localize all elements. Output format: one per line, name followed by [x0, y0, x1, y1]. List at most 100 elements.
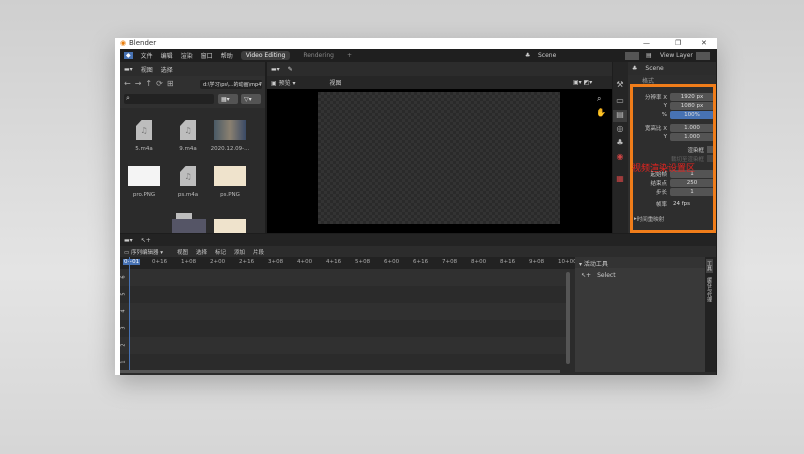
horizontal-scrollbar[interactable]: [120, 370, 560, 373]
filter-button[interactable]: ▽▾: [241, 94, 261, 104]
ruler-tick-label: 6+00: [384, 259, 400, 265]
sequencer-editor-icon[interactable]: ▬▾: [271, 66, 280, 73]
menu-window[interactable]: 窗口: [201, 51, 213, 60]
menu-select[interactable]: 选择: [161, 65, 173, 74]
channel-number: 5: [120, 292, 127, 296]
menu-marker[interactable]: 标记: [215, 248, 226, 256]
file-item[interactable]: ♫ 9.m4a: [168, 120, 208, 152]
menu-file[interactable]: 文件: [141, 51, 153, 60]
scene-selector[interactable]: Scene: [538, 52, 556, 59]
menu-render[interactable]: 渲染: [181, 51, 193, 60]
editor-type-icon[interactable]: ▬▾: [124, 237, 133, 244]
zoom-icon[interactable]: ⌕: [597, 94, 601, 104]
sequencer-editor-select[interactable]: ▭ 序列编辑器 ▾: [124, 248, 163, 256]
preview-canvas[interactable]: [318, 92, 560, 224]
file-item[interactable]: ps.PNG: [210, 166, 250, 198]
world-tab-icon[interactable]: ◉: [613, 152, 627, 164]
scene-tab-icon[interactable]: ♣: [613, 138, 627, 150]
ruler-tick-label: 6+16: [413, 259, 429, 265]
file-name: 2020.12.09-...: [210, 146, 250, 152]
channel-row[interactable]: 4: [120, 303, 570, 320]
menu-select[interactable]: 选择: [196, 248, 207, 256]
preview-mode-label: 预览: [278, 80, 291, 87]
properties-scene: Scene: [645, 65, 664, 72]
preview-view-menu[interactable]: 视图: [330, 78, 342, 87]
forward-icon[interactable]: →: [135, 79, 142, 88]
view-layer-tab-icon[interactable]: ◎: [613, 124, 627, 136]
minimize-button[interactable]: —: [643, 39, 650, 47]
channel-row[interactable]: 6: [120, 269, 570, 286]
overlay-icon[interactable]: ▣▾ ◩▾: [573, 79, 592, 86]
view-layer-selector[interactable]: View Layer: [660, 52, 693, 59]
back-icon[interactable]: ←: [124, 79, 131, 88]
editor-type-icon[interactable]: ▬▾: [124, 66, 133, 73]
new-view-layer-icon[interactable]: [696, 51, 710, 60]
editor-label: 序列编辑器: [130, 249, 159, 256]
playhead[interactable]: [129, 257, 130, 372]
channel-number: 2: [120, 343, 127, 347]
channel-number: 1: [120, 360, 127, 364]
parent-dir-icon[interactable]: ↑: [145, 79, 152, 88]
tab-video-editing[interactable]: Video Editing: [240, 51, 291, 60]
channel-row[interactable]: 2: [120, 337, 570, 354]
preview-subheader: ▣ 预览 ▾ 视图 ▣▾ ◩▾: [267, 76, 612, 89]
new-scene-icon[interactable]: [625, 51, 639, 60]
select-tool-icon[interactable]: ↖+: [141, 237, 151, 244]
eyedropper-icon[interactable]: ✎: [288, 66, 293, 73]
maximize-button[interactable]: ❐: [675, 39, 681, 47]
path-field[interactable]: d:\学习\ps\...的动画\mp4\: [200, 80, 262, 89]
menu-edit[interactable]: 编辑: [161, 51, 173, 60]
ruler-tick-label: 2+00: [210, 259, 226, 265]
active-tool-title: 活动工具: [583, 261, 608, 268]
tool-header: ▬▾ ↖+: [120, 234, 716, 246]
tool-select[interactable]: ↖+ Select: [581, 272, 616, 279]
pan-hand-icon[interactable]: ✋: [596, 108, 606, 117]
tool-tab-icon[interactable]: ⚒: [613, 80, 627, 92]
file-item[interactable]: ♫ ps.m4a: [168, 166, 208, 198]
time-ruler[interactable]: 0+01 0+16 1+08 2+00 2+16 3+08 4+00 4+16 5+08 6+00…: [120, 257, 577, 269]
render-tab-icon[interactable]: ▭: [613, 96, 627, 108]
search-input[interactable]: ⌕: [124, 94, 214, 104]
refresh-icon[interactable]: ⟳: [156, 79, 163, 88]
sidebar-tab-cache[interactable]: 缓存与代理: [706, 275, 713, 304]
close-button[interactable]: ✕: [701, 39, 707, 47]
file-item-partial[interactable]: [172, 219, 206, 233]
file-item[interactable]: pro.PNG: [124, 166, 164, 198]
preview-area: ▬▾ ✎ ▣ 预览 ▾ 视图 ▣▾ ◩▾ ⌕ ✋: [267, 62, 612, 233]
file-name: ps.PNG: [220, 192, 240, 198]
new-folder-icon[interactable]: ⊞: [167, 79, 174, 88]
file-item[interactable]: ♫ 5.m4a: [124, 120, 164, 152]
preview-mode-select[interactable]: ▣ 预览 ▾: [271, 78, 296, 87]
display-mode-button[interactable]: ▦▾: [218, 94, 238, 104]
search-icon: ⌕: [126, 94, 130, 102]
file-name: pro.PNG: [132, 192, 156, 198]
texture-tab-icon[interactable]: ▦: [613, 174, 627, 186]
sidebar-tab-tool[interactable]: 工具: [706, 259, 713, 273]
menu-view[interactable]: 视图: [177, 248, 188, 256]
menu-view[interactable]: 视图: [141, 65, 153, 74]
menu-help[interactable]: 帮助: [221, 51, 233, 60]
properties-tabs: ⚒ ▭ ▤ ◎ ♣ ◉ ▦: [613, 62, 628, 233]
channel-row[interactable]: 3: [120, 320, 570, 337]
menu-strip[interactable]: 片段: [253, 248, 264, 256]
file-name: ps.m4a: [177, 192, 199, 198]
image-thumbnail: [128, 166, 160, 186]
tab-rendering[interactable]: Rendering: [298, 51, 339, 60]
output-tab-icon[interactable]: ▤: [613, 110, 627, 122]
channel-area[interactable]: 6 5 4 3 2 1: [120, 269, 575, 372]
file-grid: ♫ 5.m4a ♫ 9.m4a 2020.12.09-... pro.PNG ♫ ps…: [120, 108, 265, 233]
menu-add[interactable]: 添加: [234, 248, 245, 256]
ruler-tick-label: 2+16: [239, 259, 255, 265]
annotation-label: 视频渲染设置区: [632, 164, 696, 174]
channel-row[interactable]: 5: [120, 286, 570, 303]
vertical-scrollbar[interactable]: [566, 272, 570, 364]
active-tool-header[interactable]: ▾ 活动工具: [575, 257, 705, 268]
preview-header: ▬▾ ✎: [267, 62, 612, 76]
add-workspace-button[interactable]: +: [347, 52, 352, 59]
file-item-partial[interactable]: [214, 219, 246, 233]
file-item[interactable]: 2020.12.09-...: [210, 120, 250, 152]
top-menu-bar: ◆ 文件 编辑 渲染 窗口 帮助 Video Editing Rendering…: [120, 49, 716, 62]
blender-menu-icon[interactable]: ◆: [124, 52, 133, 59]
channel-row[interactable]: 1: [120, 354, 570, 371]
window-title: Blender: [129, 39, 157, 47]
